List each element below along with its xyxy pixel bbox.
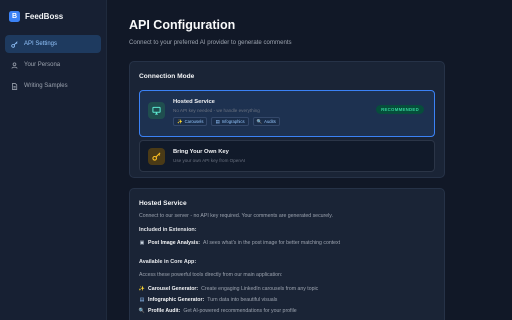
byok-title: Bring Your Own Key bbox=[173, 149, 229, 155]
feature-desc: AI sees what's in the post image for bet… bbox=[203, 240, 341, 246]
hosted-service-title: Hosted Service bbox=[173, 99, 215, 105]
page-subtitle: Connect to your preferred AI provider to… bbox=[129, 39, 292, 46]
key-icon bbox=[11, 40, 18, 48]
hosted-service-subtitle: No API key needed - we handle everything bbox=[173, 108, 260, 113]
core-heading: Available in Core App: bbox=[139, 259, 197, 265]
chip-infographics: ▤ Infographics bbox=[211, 117, 249, 126]
user-icon bbox=[11, 62, 18, 69]
hosted-service-card: Hosted Service Connect to our server - n… bbox=[129, 188, 445, 320]
sidebar: B FeedBoss API Settings Your Persona Wri… bbox=[0, 0, 107, 320]
sidebar-item-label: Writing Samples bbox=[24, 83, 68, 89]
brand-logo: B bbox=[9, 11, 20, 22]
sidebar-item-label: API Settings bbox=[24, 41, 58, 47]
chart-icon: ▤ bbox=[215, 118, 220, 124]
feature-name: Post Image Analysis: bbox=[148, 240, 200, 246]
feature-name: Carousel Generator: bbox=[148, 286, 199, 292]
magnifier-icon: 🔍 bbox=[256, 118, 263, 124]
chip-label: Carousels bbox=[184, 119, 204, 124]
feature-carousel-generator: ✨ Carousel Generator: Create engaging Li… bbox=[139, 286, 318, 292]
hosted-service-card-title: Hosted Service bbox=[139, 200, 187, 207]
monitor-icon bbox=[148, 102, 165, 119]
feature-profile-audit: 🔍 Profile Audit: Get AI-powered recommen… bbox=[139, 308, 297, 314]
connection-mode-card: Connection Mode Hosted Service No API ke… bbox=[129, 61, 445, 178]
hosted-service-option[interactable]: Hosted Service No API key needed - we ha… bbox=[139, 90, 435, 137]
chip-label: Audits bbox=[264, 119, 276, 124]
key-icon bbox=[148, 148, 165, 165]
byok-subtitle: Use your own API key from OpenAI bbox=[173, 158, 246, 163]
feature-name: Profile Audit: bbox=[148, 308, 181, 314]
chip-audits: 🔍 Audits bbox=[252, 117, 280, 126]
recommended-badge: RECOMMENDED bbox=[376, 105, 424, 114]
sidebar-item-your-persona[interactable]: Your Persona bbox=[5, 56, 101, 74]
feature-chips: ✨ Carousels ▤ Infographics 🔍 Audits bbox=[173, 117, 280, 126]
document-icon bbox=[12, 82, 18, 90]
hosted-service-description: Connect to our server - no API key requi… bbox=[139, 213, 333, 219]
feature-desc: Get AI-powered recommendations for your … bbox=[183, 308, 297, 314]
sparkles-icon: ✨ bbox=[177, 118, 183, 124]
feature-infographic-generator: ▤ Infographic Generator: Turn data into … bbox=[139, 297, 278, 303]
connection-mode-title: Connection Mode bbox=[139, 73, 195, 80]
sidebar-item-writing-samples[interactable]: Writing Samples bbox=[5, 77, 101, 95]
chart-icon: ▤ bbox=[139, 297, 145, 303]
bring-your-own-key-option[interactable]: Bring Your Own Key Use your own API key … bbox=[139, 140, 435, 172]
chip-carousels: ✨ Carousels bbox=[173, 117, 208, 126]
sparkles-icon: ✨ bbox=[138, 286, 146, 292]
image-icon: ▣ bbox=[139, 240, 145, 246]
feature-post-image-analysis: ▣ Post Image Analysis: AI sees what's in… bbox=[139, 240, 340, 246]
feature-desc: Turn data into beautiful visuals bbox=[207, 297, 278, 303]
included-heading: Included in Extension: bbox=[139, 227, 197, 233]
chip-label: Infographics bbox=[221, 119, 245, 124]
brand-name: FeedBoss bbox=[25, 12, 64, 21]
sidebar-item-label: Your Persona bbox=[24, 62, 61, 68]
brand: B FeedBoss bbox=[0, 0, 106, 35]
sidebar-item-api-settings[interactable]: API Settings bbox=[5, 35, 101, 53]
feature-name: Infographic Generator: bbox=[148, 297, 205, 303]
magnifier-icon: 🔍 bbox=[138, 308, 146, 314]
page-title: API Configuration bbox=[129, 18, 236, 32]
feature-desc: Create engaging LinkedIn carousels from … bbox=[201, 286, 319, 292]
core-description: Access these powerful tools directly fro… bbox=[139, 272, 283, 278]
